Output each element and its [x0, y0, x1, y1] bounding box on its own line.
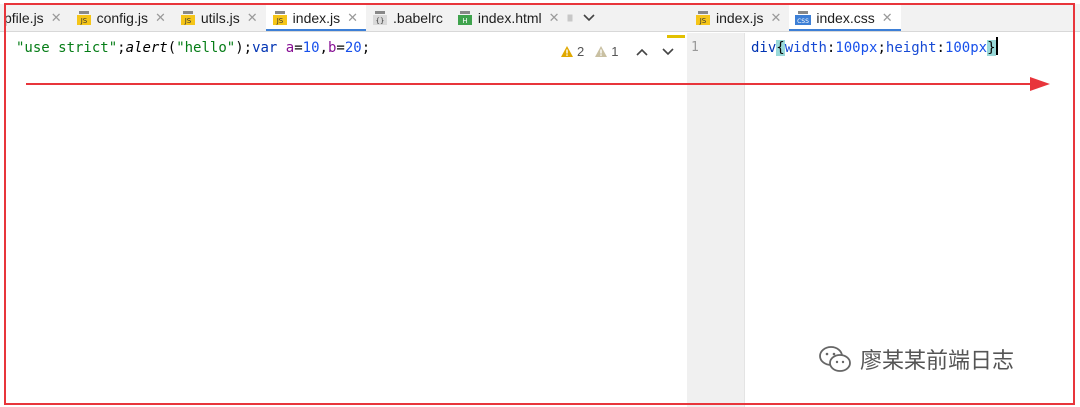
- code-token: "hello": [176, 40, 236, 56]
- code-token: "use strict": [16, 40, 118, 56]
- tab-overflow-chevron-down-icon[interactable]: [576, 4, 602, 31]
- chevron-up-icon[interactable]: [634, 43, 650, 59]
- code-token: =: [336, 40, 345, 56]
- code-token: height: [885, 40, 937, 56]
- code-token: =: [294, 40, 303, 56]
- tab-index-html[interactable]: H index.html ✕: [451, 4, 564, 31]
- svg-text:CSS: CSS: [797, 18, 809, 25]
- code-token: ,: [319, 40, 328, 56]
- watermark-text: 廖某某前端日志: [860, 348, 1015, 373]
- tab-index-css[interactable]: CSS index.css ✕: [789, 4, 901, 31]
- code-line[interactable]: div{width:100px;height:100px}: [751, 36, 998, 60]
- code-token: (: [167, 40, 177, 56]
- code-line[interactable]: "use strict";alert("hello");var a=10,b=2…: [16, 36, 370, 60]
- js-file-icon: JS: [76, 10, 91, 25]
- tab-utils-js[interactable]: JS utils.js ✕: [174, 4, 266, 31]
- tab-label: utils.js: [200, 9, 240, 26]
- code-token: :: [936, 40, 945, 56]
- tab-label: index.css: [816, 9, 875, 26]
- tab-label: index.js: [292, 9, 341, 26]
- line-number: 1: [691, 40, 699, 55]
- close-icon[interactable]: ✕: [155, 11, 166, 24]
- warnings-count: 2: [577, 43, 585, 59]
- code-token: div: [751, 40, 777, 56]
- code-token: a: [277, 40, 295, 56]
- warnings-indicator[interactable]: 2: [560, 44, 584, 59]
- html-file-icon: H: [457, 10, 472, 25]
- tab-index-js[interactable]: JS index.js ✕: [265, 4, 367, 31]
- watermark: 廖某某前端日志: [818, 343, 1014, 375]
- code-token: ;: [877, 40, 886, 56]
- tab-babelrc[interactable]: {} .babelrc: [366, 4, 451, 31]
- code-token: 100px: [944, 40, 988, 56]
- brace-highlight: }: [987, 40, 996, 56]
- code-token: ;: [117, 40, 126, 56]
- tab-label: config.js: [96, 9, 148, 26]
- js-file-icon: JS: [696, 10, 710, 25]
- close-icon[interactable]: ✕: [347, 11, 358, 24]
- close-icon[interactable]: ✕: [770, 11, 781, 24]
- tab-label: index.js: [716, 9, 764, 26]
- babelrc-file-icon: {}: [373, 10, 388, 25]
- close-icon[interactable]: ✕: [51, 11, 62, 24]
- right-editor-tab-bar: JS index.js ✕ CSS index.css ✕: [687, 4, 1080, 32]
- code-token: 100px: [835, 40, 878, 56]
- weak-warnings-count: 1: [611, 43, 619, 59]
- svg-text:H: H: [462, 17, 467, 25]
- tab-pfile-js[interactable]: pfile.js ✕: [0, 4, 70, 31]
- code-token: );: [235, 40, 253, 56]
- svg-text:JS: JS: [275, 17, 283, 25]
- tab-label: pfile.js: [4, 9, 44, 26]
- svg-text:JS: JS: [79, 17, 87, 25]
- js-file-icon: JS: [180, 10, 195, 25]
- tab-label: .babelrc: [393, 9, 443, 26]
- code-token: var: [252, 40, 278, 56]
- scrollbar-warning-marker[interactable]: [667, 35, 685, 38]
- css-file-icon: CSS: [795, 10, 812, 25]
- tab-partial[interactable]: [564, 4, 576, 31]
- tab-config-js[interactable]: JS config.js ✕: [70, 4, 174, 31]
- wechat-icon: [819, 346, 851, 372]
- code-token: 20: [344, 40, 362, 56]
- code-token: alert: [125, 40, 168, 56]
- svg-text:JS: JS: [184, 17, 192, 25]
- tab-index-js-right[interactable]: JS index.js ✕: [687, 4, 789, 31]
- file-icon: [567, 14, 573, 21]
- svg-text:JS: JS: [699, 17, 707, 25]
- brace-highlight: {: [776, 40, 785, 56]
- code-token: ;: [361, 40, 371, 56]
- line-number-gutter: 1: [687, 33, 745, 407]
- tab-label: index.html: [477, 9, 542, 26]
- chevron-down-icon[interactable]: [660, 43, 676, 59]
- text-caret: [995, 37, 998, 55]
- close-icon[interactable]: ✕: [247, 11, 258, 24]
- weak-warning-icon: [595, 45, 608, 57]
- code-token: 10: [302, 40, 320, 56]
- left-editor-tab-bar: pfile.js ✕ JS config.js ✕ JS utils.js ✕ …: [0, 4, 687, 32]
- code-token: width: [784, 40, 827, 56]
- weak-warnings-indicator[interactable]: 1: [594, 44, 618, 59]
- js-file-icon: JS: [272, 10, 287, 25]
- left-code-editor[interactable]: "use strict";alert("hello");var a=10,b=2…: [0, 33, 685, 407]
- close-icon[interactable]: ✕: [882, 11, 893, 24]
- inspection-widget: 2 1: [560, 40, 677, 62]
- close-icon[interactable]: ✕: [549, 11, 560, 24]
- warning-icon: [561, 45, 573, 57]
- svg-text:{}: {}: [376, 17, 385, 25]
